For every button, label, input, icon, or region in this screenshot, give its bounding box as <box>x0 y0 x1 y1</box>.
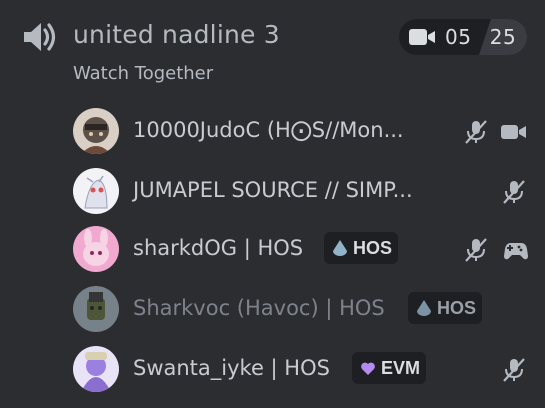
user-limit: 25 <box>479 19 527 55</box>
mic-muted-icon <box>500 178 528 206</box>
avatar[interactable] <box>73 108 119 154</box>
heart-icon <box>361 362 375 375</box>
voice-user[interactable]: JUMAPEL SOURCE // SIMP... <box>73 168 545 218</box>
channel-name[interactable]: united nadline 3 <box>73 20 280 49</box>
activity-label[interactable]: Watch Together <box>73 63 213 84</box>
voice-user[interactable]: 10000JudoC (H⨀S//Mon... <box>73 108 545 158</box>
mic-muted-icon <box>462 236 490 264</box>
gamepad-icon <box>500 236 528 264</box>
mic-muted-icon <box>500 356 528 384</box>
voice-user[interactable]: Sharkvoc (Havoc) | HOS HOS <box>73 286 545 336</box>
hos-drop-icon <box>417 300 431 316</box>
server-tag[interactable]: EVM <box>352 352 427 384</box>
user-count-pill: 05 25 <box>399 19 527 55</box>
hos-drop-icon <box>333 240 347 256</box>
video-count-value: 05 <box>445 25 472 49</box>
video-camera-icon <box>409 29 435 45</box>
username: Sharkvoc (Havoc) | HOS <box>133 296 385 320</box>
voice-user[interactable]: Swanta_iyke | HOS EVM <box>73 346 545 396</box>
username: sharkdOG | HOS <box>133 236 304 260</box>
username: 10000JudoC (H⨀S//Mon... <box>133 118 404 142</box>
mic-muted-icon <box>462 118 490 146</box>
avatar[interactable] <box>73 346 119 392</box>
avatar-image <box>73 226 119 272</box>
server-tag-label: HOS <box>437 297 477 318</box>
speaker-icon <box>24 23 56 51</box>
username: Swanta_iyke | HOS <box>133 356 330 380</box>
avatar-image <box>73 346 119 392</box>
server-tag-label: HOS <box>353 237 393 258</box>
video-count: 05 <box>399 19 479 55</box>
avatar-image <box>73 108 119 154</box>
username: JUMAPEL SOURCE // SIMP... <box>133 178 413 202</box>
avatar-image <box>73 168 119 214</box>
server-tag[interactable]: HOS <box>408 292 483 324</box>
avatar-image <box>73 286 119 332</box>
avatar[interactable] <box>73 286 119 332</box>
voice-user[interactable]: sharkdOG | HOS HOS <box>73 226 545 276</box>
voice-channel[interactable]: united nadline 3 Watch Together 05 25 <box>0 0 545 84</box>
server-tag[interactable]: HOS <box>324 232 399 264</box>
avatar[interactable] <box>73 168 119 214</box>
avatar[interactable] <box>73 226 119 272</box>
server-tag-label: EVM <box>381 357 421 378</box>
video-icon <box>500 118 528 146</box>
